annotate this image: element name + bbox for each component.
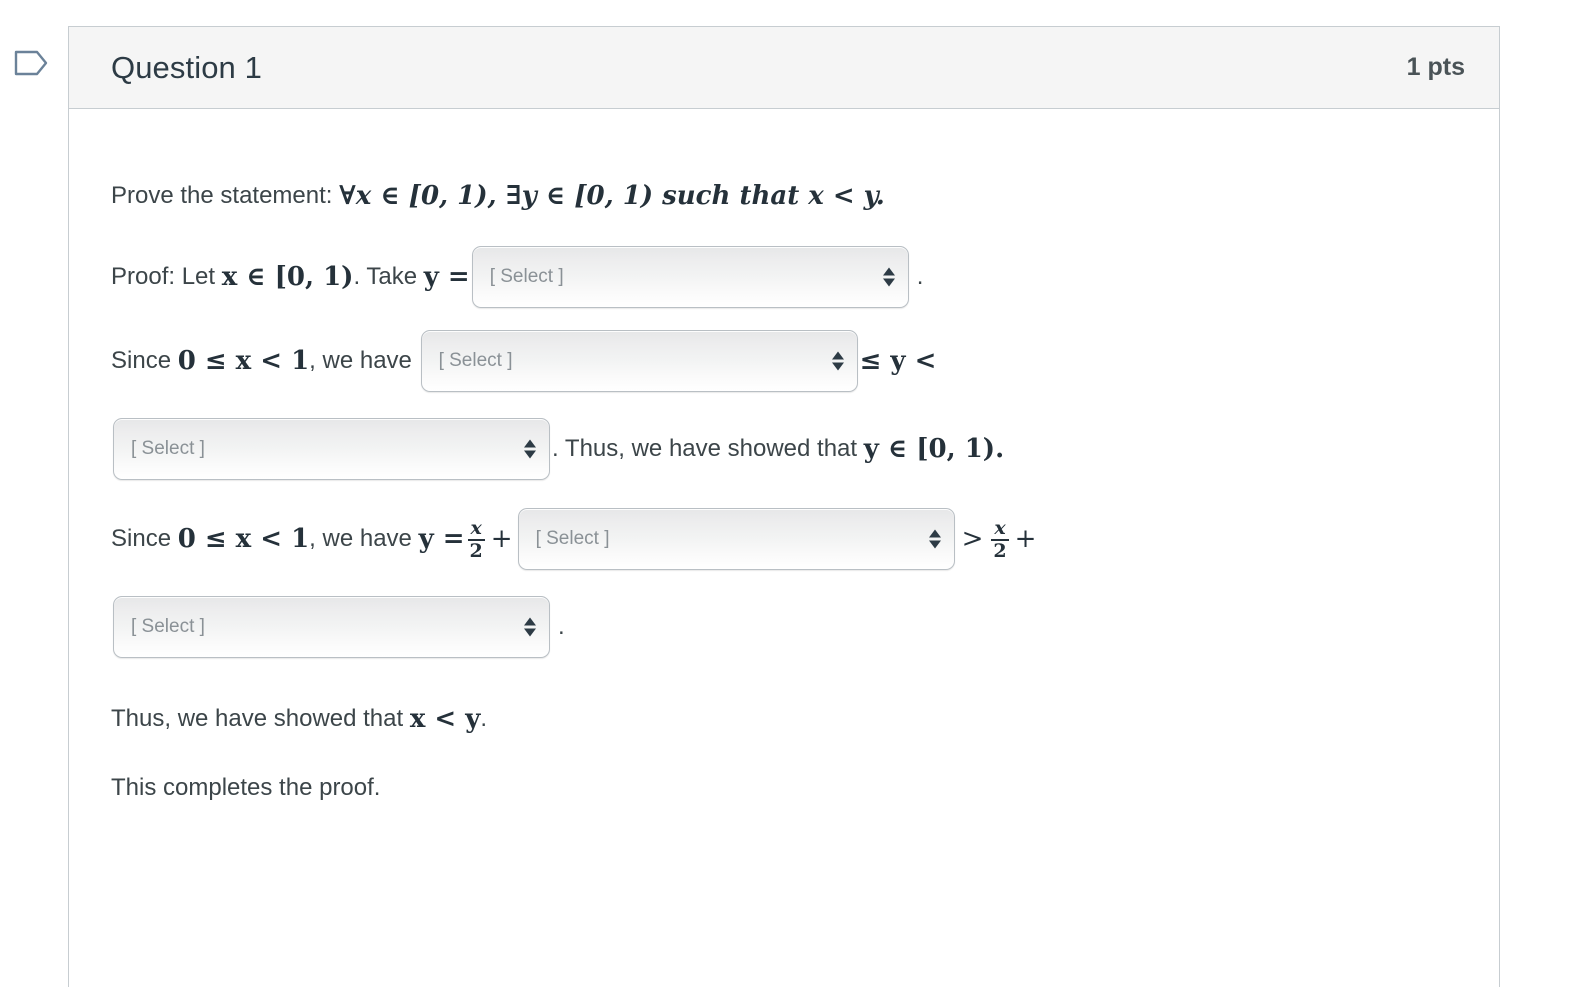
- chevron-updown-icon: [524, 617, 536, 637]
- completion-line: This completes the proof.: [111, 771, 1459, 805]
- select-take-y-label: [ Select ]: [489, 266, 564, 288]
- proof-x-domain-math: x ∈ [0, 1): [221, 261, 354, 292]
- select-upper-bound-label: [ Select ]: [131, 438, 205, 460]
- question-card: Question 1 1 pts Prove the statement: ∀x…: [68, 26, 1500, 987]
- final-select-line: [ Select ] .: [111, 596, 1459, 659]
- chevron-updown-icon: [928, 529, 941, 549]
- proof-take-text: . Take: [353, 262, 424, 290]
- question-header: Question 1 1 pts: [69, 27, 1499, 109]
- fraction-x-over-2: x 2: [467, 517, 485, 563]
- thus-x-line: Thus, we have showed that x < y .: [111, 702, 1459, 737]
- since-mid-1: , we have: [309, 346, 419, 374]
- select-upper-bound[interactable]: [ Select ]: [113, 418, 550, 481]
- statement-math: ∀x ∈ [0, 1), ∃y ∈ [0, 1) such that x < y…: [339, 181, 885, 211]
- select-final-term-label: [ Select ]: [131, 616, 205, 638]
- completion-text: This completes the proof.: [111, 773, 381, 801]
- flag-outline-icon[interactable]: [13, 48, 49, 78]
- fraction-numerator: x: [470, 517, 482, 540]
- quiz-page: Question 1 1 pts Prove the statement: ∀x…: [0, 0, 1577, 987]
- fraction-x-over-2-second: x 2: [991, 517, 1009, 563]
- proof-y-equals-math: y =: [423, 261, 470, 292]
- plus-operator-2: +: [1014, 523, 1037, 554]
- page-title: Question 1: [111, 49, 262, 85]
- thus-x-period: .: [480, 705, 488, 733]
- thus-y-line: [ Select ] . Thus, we have showed that y…: [111, 418, 1459, 481]
- thus-x-text: Thus, we have showed that: [111, 705, 410, 733]
- question-points: 1 pts: [1406, 53, 1465, 81]
- since-lead-1: Since: [111, 346, 178, 374]
- statement-line: Prove the statement: ∀x ∈ [0, 1), ∃y ∈ […: [111, 179, 1459, 214]
- thus-y-math: y ∈ [0, 1).: [863, 433, 1005, 464]
- since-condition-math-1: 0 ≤ x < 1: [177, 345, 310, 376]
- y-equals-math-2: y =: [418, 523, 465, 554]
- proof-take-line: Proof: Let x ∈ [0, 1) . Take y = [ Selec…: [111, 246, 1459, 309]
- chevron-updown-icon: [524, 439, 536, 459]
- fraction2-numerator: x: [994, 517, 1006, 540]
- plus-operator-1: +: [490, 523, 513, 554]
- chevron-updown-icon: [831, 351, 844, 371]
- since-condition-math-2: 0 ≤ x < 1: [177, 523, 310, 554]
- fraction-denominator: 2: [469, 540, 483, 563]
- thus-x-math: x < y: [409, 704, 481, 735]
- fraction2-denominator: 2: [993, 540, 1007, 563]
- since-bounds-line: Since 0 ≤ x < 1 , we have [ Select ] ≤ y…: [111, 330, 1459, 393]
- since-fraction-line: Since 0 ≤ x < 1 , we have y = x 2 + [ Se…: [111, 508, 1459, 571]
- proof-take-period: .: [916, 262, 924, 290]
- since-lead-2: Since: [111, 524, 178, 552]
- select-lower-bound-label: [ Select ]: [438, 350, 513, 372]
- final-select-period: .: [558, 612, 565, 640]
- greater-than-operator: >: [961, 523, 984, 554]
- select-final-term[interactable]: [ Select ]: [113, 596, 550, 659]
- since-tail-math-1: ≤ y <: [859, 345, 937, 376]
- question-body: Prove the statement: ∀x ∈ [0, 1), ∃y ∈ […: [69, 109, 1499, 805]
- proof-lead: Proof: Let: [111, 262, 222, 290]
- select-take-y[interactable]: [ Select ]: [471, 246, 909, 309]
- chevron-updown-icon: [882, 267, 895, 287]
- since-mid-2: , we have: [309, 524, 419, 552]
- statement-lead: Prove the statement:: [111, 182, 340, 210]
- select-lower-bound[interactable]: [ Select ]: [420, 330, 858, 393]
- thus-y-text: . Thus, we have showed that: [552, 434, 864, 462]
- select-epsilon-term-label: [ Select ]: [535, 528, 610, 550]
- question-flag-gutter: [0, 30, 62, 120]
- select-epsilon-term[interactable]: [ Select ]: [517, 508, 955, 571]
